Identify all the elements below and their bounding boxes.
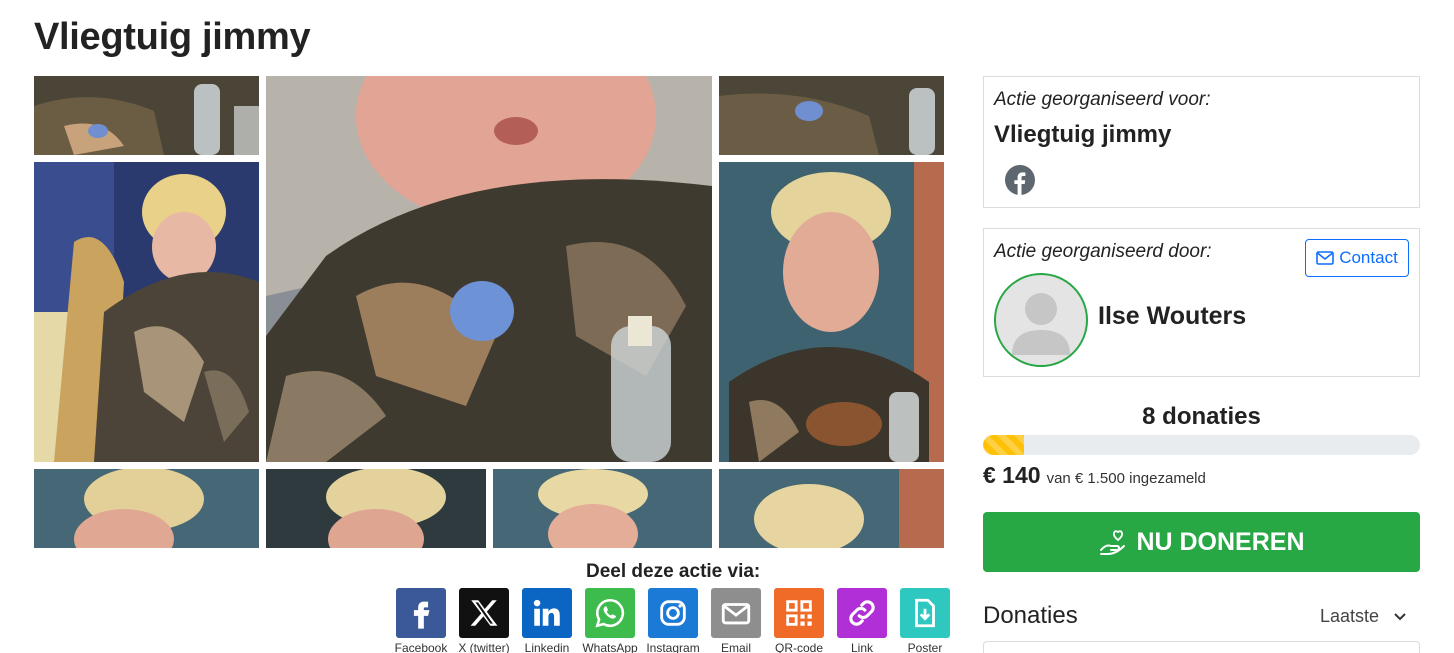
hand-heart-icon [1100, 530, 1126, 555]
linkedin-icon[interactable] [522, 588, 572, 638]
share-title: Deel deze actie via: [586, 561, 761, 582]
collage-photo-8[interactable] [493, 469, 712, 548]
share-instagram[interactable]: Instagram [646, 588, 700, 653]
share-linkedin-label: Linkedin [524, 641, 570, 653]
user-placeholder-icon [1012, 293, 1070, 355]
collage-photo-3[interactable] [266, 76, 712, 462]
contact-button[interactable]: Contact [1305, 239, 1409, 277]
organised-by-caption: Actie georganiseerd door: [994, 241, 1212, 262]
sort-select-value: Laatste [1320, 606, 1380, 626]
donation-progress-fill [983, 435, 1024, 455]
share-instagram-label: Instagram [646, 641, 700, 653]
collage-photo-5[interactable] [719, 162, 944, 462]
avatar [994, 273, 1088, 367]
collage-photo-7[interactable] [266, 469, 486, 548]
contact-button-label: Contact [1339, 248, 1398, 267]
photo-collage[interactable] [34, 76, 944, 548]
share-buttons: Facebook X (twitter) Linkedin WhatsApp I… [394, 588, 950, 653]
link-icon[interactable] [837, 588, 887, 638]
share-x-label: X (twitter) [458, 641, 510, 653]
email-icon[interactable] [711, 588, 761, 638]
organised-for-name: Vliegtuig jimmy [994, 121, 1172, 148]
share-qr-code-label: QR-code [774, 641, 824, 653]
poster-icon[interactable] [900, 588, 950, 638]
amount-raised: € 140 van € 1.500 ingezameld [983, 462, 1206, 489]
collage-photo-9[interactable] [719, 469, 944, 548]
share-qr-code[interactable]: QR-code [774, 588, 824, 653]
share-email[interactable]: Email [711, 588, 761, 653]
envelope-icon [1316, 251, 1335, 265]
amount-goal-text: van € 1.500 ingezameld [1046, 470, 1206, 487]
share-poster-label: Poster [907, 641, 943, 653]
collage-photo-1[interactable] [34, 76, 259, 155]
share-whatsapp-label: WhatsApp [582, 641, 638, 653]
share-x[interactable]: X (twitter) [458, 588, 510, 653]
share-facebook-label: Facebook [394, 641, 448, 653]
share-whatsapp[interactable]: WhatsApp [582, 588, 638, 653]
chevron-down-icon [1394, 612, 1406, 620]
collage-photo-6[interactable] [34, 469, 259, 548]
donations-sort-select[interactable]: Laatste [1320, 606, 1407, 627]
share-link-label: Link [850, 641, 873, 653]
amount-raised-value: € 140 [983, 462, 1041, 488]
share-poster[interactable]: Poster [900, 588, 950, 653]
donation-progress-bar [983, 435, 1420, 455]
collage-photo-4[interactable] [719, 76, 944, 155]
donations-list [983, 641, 1420, 653]
facebook-icon[interactable] [396, 588, 446, 638]
share-linkedin[interactable]: Linkedin [522, 588, 572, 653]
collage-photo-2[interactable] [34, 162, 259, 462]
qr-code-icon[interactable] [774, 588, 824, 638]
share-email-label: Email [720, 641, 751, 653]
donate-button[interactable]: NU DONEREN [983, 512, 1420, 572]
organised-by-card: Actie georganiseerd door: Contact Ilse W… [983, 228, 1420, 377]
donations-count: 8 donaties [1142, 403, 1261, 430]
donate-button-label: NU DONEREN [1136, 527, 1305, 556]
organised-for-card: Actie georganiseerd voor: Vliegtuig jimm… [983, 76, 1420, 208]
instagram-icon[interactable] [648, 588, 698, 638]
organiser-name: Ilse Wouters [1098, 302, 1247, 330]
whatsapp-icon[interactable] [585, 588, 635, 638]
organised-for-caption: Actie georganiseerd voor: [994, 89, 1211, 110]
donations-heading: Donaties [983, 602, 1078, 629]
x-icon[interactable] [459, 588, 509, 638]
page-title: Vliegtuig jimmy [34, 16, 311, 58]
facebook-icon[interactable] [1004, 164, 1036, 196]
share-link[interactable]: Link [837, 588, 887, 653]
share-facebook[interactable]: Facebook [394, 588, 448, 653]
